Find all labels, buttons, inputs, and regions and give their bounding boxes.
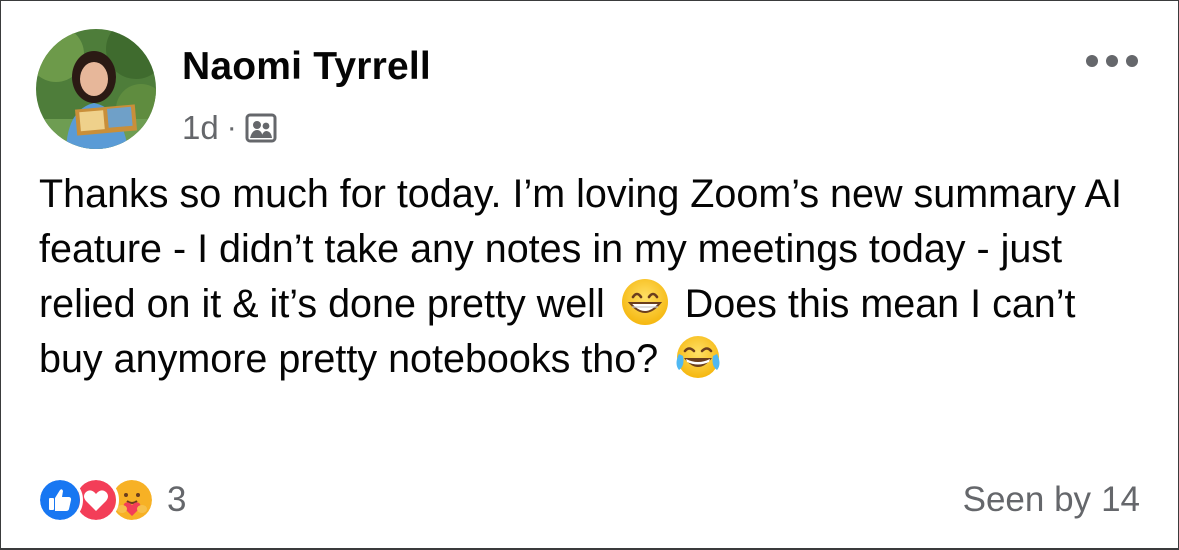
more-dot <box>1106 55 1118 67</box>
post-card: Naomi Tyrrell 1d · Thanks so much for to… <box>1 1 1178 548</box>
grinning-face-emoji-icon <box>620 277 670 327</box>
meta-separator: · <box>226 111 237 144</box>
like-icon <box>37 477 83 523</box>
post-text: Thanks so much for today. I’m loving Zoo… <box>39 167 1149 387</box>
tears-of-joy-emoji-icon <box>673 332 723 382</box>
post-timestamp[interactable]: 1d <box>182 109 219 147</box>
seen-by-count: 14 <box>1101 480 1140 519</box>
avatar-image <box>36 29 156 149</box>
author-avatar[interactable] <box>36 29 156 149</box>
seen-by-label: Seen by <box>962 480 1092 519</box>
post-meta: 1d · <box>182 108 277 148</box>
reactions-summary[interactable]: 3 <box>37 476 186 524</box>
more-options-button[interactable] <box>1086 49 1138 73</box>
seen-by-button[interactable]: Seen by 14 <box>963 476 1140 524</box>
more-options-icon <box>1086 55 1098 67</box>
reaction-count: 3 <box>167 480 187 519</box>
group-members-icon[interactable] <box>245 113 277 143</box>
more-dot <box>1126 55 1138 67</box>
author-name[interactable]: Naomi Tyrrell <box>182 45 431 89</box>
